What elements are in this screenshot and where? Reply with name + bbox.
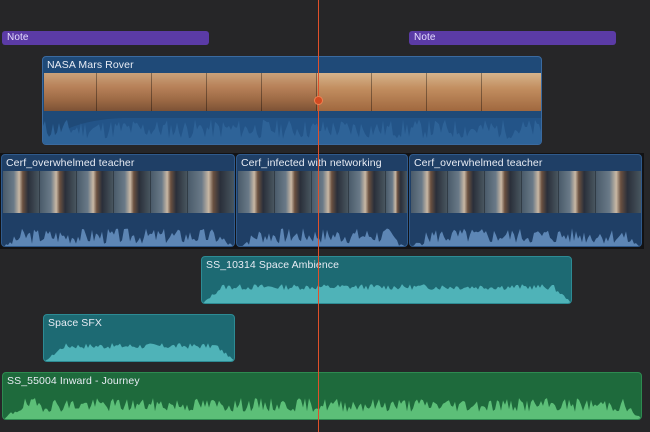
clip-title: Cerf_overwhelmed teacher [6, 157, 135, 169]
filmstrip [3, 171, 234, 213]
playhead-knob[interactable] [314, 96, 323, 105]
clip-title: NASA Mars Rover [47, 59, 134, 71]
primary-video-clip[interactable]: Cerf_overwhelmed teacher [1, 154, 235, 247]
audio-waveform [45, 343, 234, 361]
clip-title: Cerf_overwhelmed teacher [414, 157, 543, 169]
primary-video-clip[interactable]: Cerf_overwhelmed teacher [409, 154, 642, 247]
audio-clip[interactable]: SS_55004 Inward - Journey [2, 372, 642, 420]
note-marker[interactable]: Note [2, 31, 209, 45]
audio-waveform [4, 228, 234, 246]
audio-clip[interactable]: SS_10314 Space Ambience [201, 256, 572, 304]
playhead[interactable] [318, 0, 319, 432]
primary-storyline: Cerf_overwhelmed teacher Cerf_infected w… [0, 153, 644, 249]
audio-waveform [203, 284, 571, 303]
clip-title: SS_10314 Space Ambience [206, 259, 340, 271]
note-marker[interactable]: Note [409, 31, 616, 45]
audio-waveform [43, 118, 541, 144]
clip-title: Space SFX [48, 317, 103, 329]
note-label: Note [414, 32, 436, 43]
primary-video-clip[interactable]: Cerf_infected with networking [236, 154, 408, 247]
audio-waveform [4, 398, 641, 419]
timeline[interactable]: Note Note NASA Mars Rover Cerf_overwhelm… [0, 0, 650, 432]
filmstrip [44, 73, 541, 111]
filmstrip [411, 171, 641, 213]
connected-video-clip[interactable]: NASA Mars Rover [42, 56, 542, 145]
audio-waveform [242, 228, 405, 246]
clip-title: Cerf_infected with networking [241, 157, 382, 169]
note-label: Note [7, 32, 29, 43]
audio-clip[interactable]: Space SFX [43, 314, 235, 362]
audio-waveform [412, 228, 640, 246]
clip-title: SS_55004 Inward - Journey [7, 375, 140, 387]
filmstrip [238, 171, 407, 213]
